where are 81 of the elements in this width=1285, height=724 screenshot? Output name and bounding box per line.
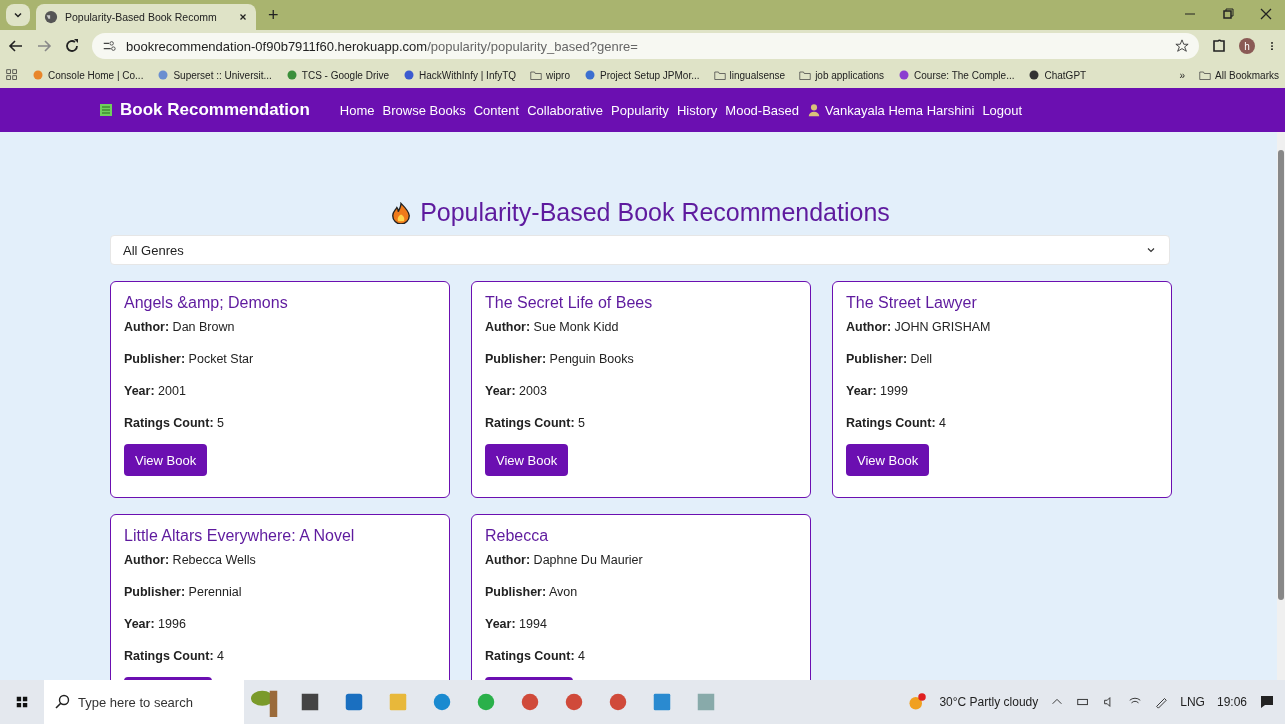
browser-tab[interactable]: Popularity-Based Book Recomm [36,4,256,30]
book-detail-text: Publisher: Perennial [124,585,243,599]
user-menu-link[interactable]: Vankayala Hema Harshini [807,102,975,118]
nav-link[interactable]: Mood-Based [725,102,800,118]
bookmark-item[interactable]: HackWithInfy | InfyTQ [403,69,517,81]
book-detail-text: Author: Sue Monk Kidd [485,320,620,334]
nav-link[interactable]: Popularity [611,102,669,118]
bookmark-item[interactable]: Course: The Comple... [898,69,1015,81]
weather-text[interactable]: 30°C Partly cloudy [939,695,1039,709]
user-icon [807,103,822,117]
bookmark-item[interactable]: TCS - Google Drive [285,69,390,81]
book-detail-text: Publisher: Avon [485,585,579,599]
view-book-button[interactable]: View Book [485,444,569,476]
book-detail-text: Publisher: Pocket Star [124,352,255,366]
fire-icon [390,201,413,224]
search-icon [54,694,70,710]
forward-icon [36,38,52,54]
nav-link[interactable]: Home [339,102,375,118]
notifications-icon [1259,694,1275,710]
new-tab-button[interactable]: + [262,5,285,26]
book-detail-text: Year: 1999 [846,384,909,398]
book-detail-text: Year: 1994 [485,617,548,631]
reload-icon [64,38,80,54]
apps-grid-icon [6,69,18,81]
tab-list-button[interactable] [6,4,30,26]
book-title: The Secret Life of Bees [485,294,654,312]
back-icon [8,38,24,54]
close-icon [238,12,248,22]
page-heading: Popularity-Based Book Recommendations [390,198,890,227]
clock-text[interactable]: 19:06 [1216,695,1247,709]
site-icon [285,69,298,81]
book-detail-text: Year: 1996 [124,617,187,631]
bookmark-item[interactable]: ChatGPT [1028,69,1087,81]
address-bar[interactable]: bookrecommendation-0f90b7911f60.herokuapp.com/popularity/popularity_based?genre= [92,33,1199,59]
book-title: Little Altars Everywhere: A Novel [124,527,356,545]
bookmark-item[interactable]: wipro [530,69,570,81]
book-detail-text: Ratings Count: 4 [485,649,586,663]
book-detail-text: Ratings Count: 4 [124,649,225,663]
site-icon [403,69,416,81]
view-book-button[interactable]: View Book [846,444,930,476]
site-icon [584,69,596,81]
book-detail-text: Ratings Count: 5 [124,416,225,430]
book-detail-text: Author: Rebecca Wells [124,553,257,567]
nav-link[interactable]: History [676,102,718,118]
windows-start-icon [15,695,29,709]
book-title: Rebecca [485,527,550,545]
nav-link[interactable]: Content [473,102,520,118]
bookmark-item[interactable]: Superset :: Universit... [157,69,272,81]
book-detail-text: Author: JOHN GRISHAM [846,320,992,334]
language-indicator[interactable]: LNG [1180,695,1205,709]
site-settings-icon [102,39,116,53]
bookmark-item[interactable]: lingualsense [713,69,786,81]
book-detail-text: Ratings Count: 5 [485,416,586,430]
book-detail-text: Publisher: Dell [846,352,934,366]
more-bookmarks-button[interactable]: » [1179,69,1186,81]
profile-avatar[interactable]: h [1239,38,1255,54]
site-icon [32,69,44,81]
taskbar-search-field[interactable]: Type here to search [44,680,244,724]
book-title: The Street Lawyer [846,294,978,312]
bookmark-item[interactable]: Console Home | Co... [32,69,144,81]
book-detail-text: Year: 2003 [485,384,548,398]
star-icon [1175,39,1189,53]
site-icon [1028,69,1041,81]
bookmark-item[interactable]: Project Setup JPMor... [584,69,700,81]
book-detail-text: Ratings Count: 4 [846,416,947,430]
nav-link[interactable]: Logout [982,102,1023,118]
site-icon [898,69,911,81]
book-detail-text: Author: Daphne Du Maurier [485,553,644,567]
genre-select[interactable]: All Genres [110,235,1170,265]
book-detail-text: Year: 2001 [124,384,187,398]
book-detail-text: Author: Dan Brown [124,320,236,334]
brand-link[interactable]: Book Recommendation [98,100,310,120]
nav-link[interactable]: Collaborative [527,102,604,118]
site-icon [157,69,170,81]
nav-link[interactable]: Browse Books [382,102,466,118]
book-detail-text: Publisher: Penguin Books [485,352,635,366]
book-title: Angels &amp; Demons [124,294,289,312]
view-book-button[interactable]: View Book [124,444,208,476]
book-icon [98,102,114,118]
bookmark-item[interactable]: job applications [799,69,885,81]
all-bookmarks-item[interactable]: All Bookmarks [1199,69,1279,81]
